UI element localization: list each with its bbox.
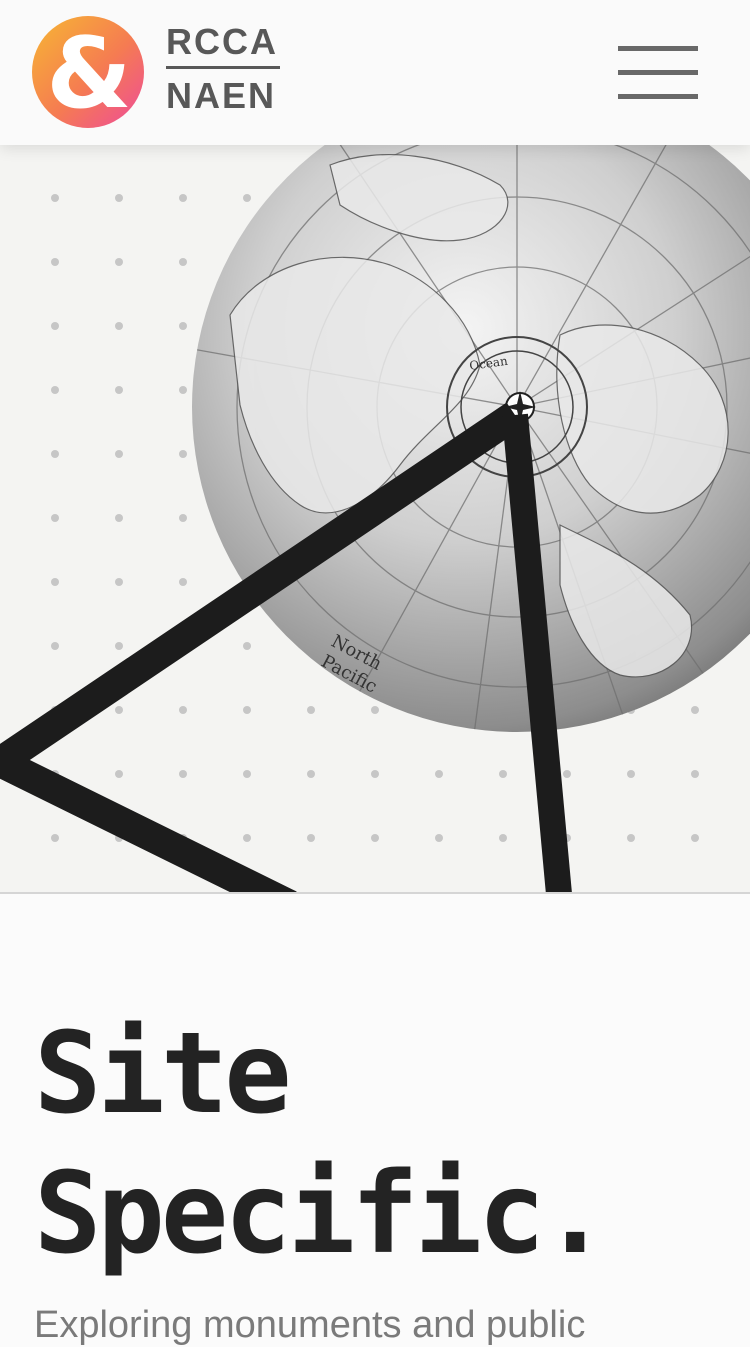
menu-bar-top — [618, 46, 698, 51]
logo-symbol: & — [46, 17, 131, 128]
page-title-line-1: Site — [34, 1009, 292, 1139]
logo-wordmark[interactable]: RCCA NAEN — [166, 24, 280, 114]
menu-bar-middle — [618, 70, 698, 75]
site-header: & RCCA NAEN — [0, 0, 750, 145]
page-title: Site Specific. — [34, 1004, 609, 1284]
page-title-line-2: Specific. — [34, 1149, 609, 1279]
page-subtitle: Exploring monuments and public — [34, 1304, 586, 1346]
logo-text-top: RCCA — [166, 21, 278, 62]
main-content: Site Specific. Exploring monuments and p… — [0, 894, 750, 1346]
hero-illustration: North Pacific Ocean — [0, 145, 750, 892]
logo-text-bottom: NAEN — [166, 75, 277, 116]
menu-bar-bottom — [618, 94, 698, 99]
menu-button[interactable] — [612, 38, 704, 108]
hero-banner: North Pacific Ocean — [0, 145, 750, 894]
logo-ampersand-icon[interactable]: & — [32, 16, 144, 128]
logo-divider — [166, 66, 280, 69]
